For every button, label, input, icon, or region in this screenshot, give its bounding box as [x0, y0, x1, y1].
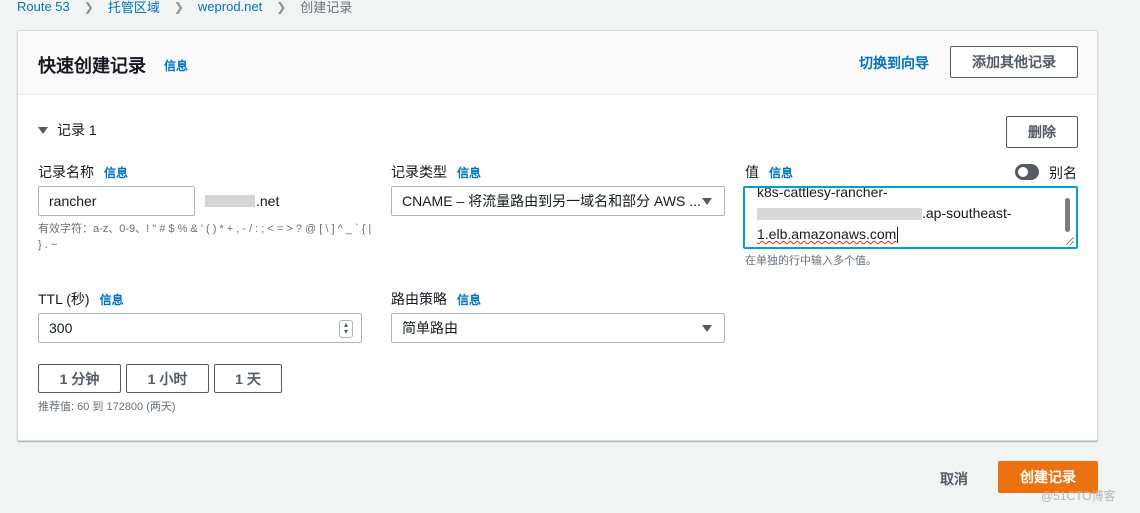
- chevron-right-icon: ❯: [173, 0, 184, 14]
- text-cursor: [897, 227, 899, 244]
- breadcrumb-zone[interactable]: weprod.net: [198, 0, 262, 14]
- ttl-1-hour-button[interactable]: 1 小时: [126, 364, 209, 393]
- dropdown-arrow-icon: [702, 324, 712, 332]
- value-info-link[interactable]: 信息: [769, 164, 793, 181]
- value-line-2: .ap-southeast-: [757, 203, 1076, 224]
- routing-policy-label-text: 路由策略: [391, 291, 447, 307]
- value-label: 值 信息: [745, 162, 793, 182]
- routing-policy-info-link[interactable]: 信息: [457, 291, 481, 308]
- record-section-toggle[interactable]: 记录 1: [38, 120, 97, 140]
- ttl-value: 300: [49, 320, 73, 336]
- value-line-3-text: 1.elb.amazonaws.com: [757, 226, 897, 242]
- redacted-block: [205, 195, 255, 207]
- resize-handle-icon[interactable]: [1066, 237, 1074, 245]
- add-record-button[interactable]: 添加其他记录: [950, 46, 1078, 78]
- value-line-1: k8s-cattlesy-rancher-: [757, 186, 888, 200]
- ttl-hint: 推荐值: 60 到 172800 (两天): [38, 401, 176, 413]
- record-type-value: CNAME – 将流量路由到另一域名和部分 AWS ...: [402, 193, 701, 209]
- breadcrumb-route53[interactable]: Route 53: [17, 0, 70, 14]
- domain-suffix-text: .net: [256, 193, 280, 209]
- ttl-label-text: TTL (秒): [38, 291, 90, 307]
- record-name-label: 记录名称 信息: [38, 162, 128, 182]
- ttl-input[interactable]: 300 ▴ ▾: [38, 313, 362, 343]
- record-label: 记录 1: [57, 122, 97, 138]
- ttl-1-day-button[interactable]: 1 天: [214, 364, 282, 393]
- chevron-right-icon: ❯: [276, 0, 287, 14]
- value-line-2-text: .ap-southeast-: [922, 205, 1012, 221]
- ttl-info-link[interactable]: 信息: [100, 291, 124, 308]
- textarea-scrollbar[interactable]: [1065, 198, 1070, 232]
- alias-toggle[interactable]: [1015, 164, 1039, 180]
- redacted-block: [757, 207, 922, 220]
- quick-create-panel: 快速创建记录 信息 切换到向导 添加其他记录 记录 1 删除 记录名称 信息 r…: [17, 30, 1098, 441]
- dropdown-arrow-icon: [702, 197, 712, 205]
- watermark: @51CTO博客: [1041, 489, 1116, 503]
- value-textarea[interactable]: k8s-cattlesy-rancher- .ap-southeast- 1.e…: [743, 186, 1078, 249]
- caret-down-icon: [38, 126, 48, 134]
- record-name-info-link[interactable]: 信息: [104, 164, 128, 181]
- title-info-link[interactable]: 信息: [164, 57, 188, 74]
- record-type-label: 记录类型 信息: [391, 162, 481, 182]
- value-line-3: 1.elb.amazonaws.com: [757, 224, 1076, 245]
- ttl-label: TTL (秒) 信息: [38, 289, 124, 309]
- breadcrumb-hosted-zones[interactable]: 托管区域: [108, 0, 160, 16]
- ttl-1-minute-button[interactable]: 1 分钟: [38, 364, 121, 393]
- switch-to-wizard-link[interactable]: 切换到向导: [859, 53, 929, 73]
- domain-suffix: .net: [205, 193, 279, 209]
- value-label-text: 值: [745, 164, 759, 180]
- page-title: 快速创建记录: [38, 56, 146, 76]
- panel-header: 快速创建记录 信息 切换到向导 添加其他记录: [18, 31, 1097, 95]
- routing-policy-value: 简单路由: [402, 320, 458, 336]
- chevron-right-icon: ❯: [83, 0, 94, 14]
- record-name-hint: 有效字符：a-z、0-9、! " # $ % & ' ( ) * + , - /…: [38, 223, 372, 251]
- routing-policy-label: 路由策略 信息: [391, 289, 481, 309]
- cancel-button[interactable]: 取消: [940, 469, 968, 489]
- record-name-label-text: 记录名称: [38, 164, 94, 180]
- stepper-icon[interactable]: ▴ ▾: [339, 320, 353, 338]
- breadcrumb: Route 53 ❯ 托管区域 ❯ weprod.net ❯ 创建记录: [17, 0, 352, 16]
- record-type-select[interactable]: CNAME – 将流量路由到另一域名和部分 AWS ...: [391, 186, 725, 216]
- alias-label: 别名: [1049, 165, 1077, 181]
- breadcrumb-current: 创建记录: [300, 0, 353, 15]
- record-name-input[interactable]: rancher: [38, 186, 195, 216]
- record-type-info-link[interactable]: 信息: [457, 164, 481, 181]
- record-type-label-text: 记录类型: [391, 164, 447, 180]
- delete-button[interactable]: 删除: [1006, 116, 1078, 148]
- routing-policy-select[interactable]: 简单路由: [391, 313, 725, 343]
- value-hint: 在单独的行中输入多个值。: [745, 255, 877, 267]
